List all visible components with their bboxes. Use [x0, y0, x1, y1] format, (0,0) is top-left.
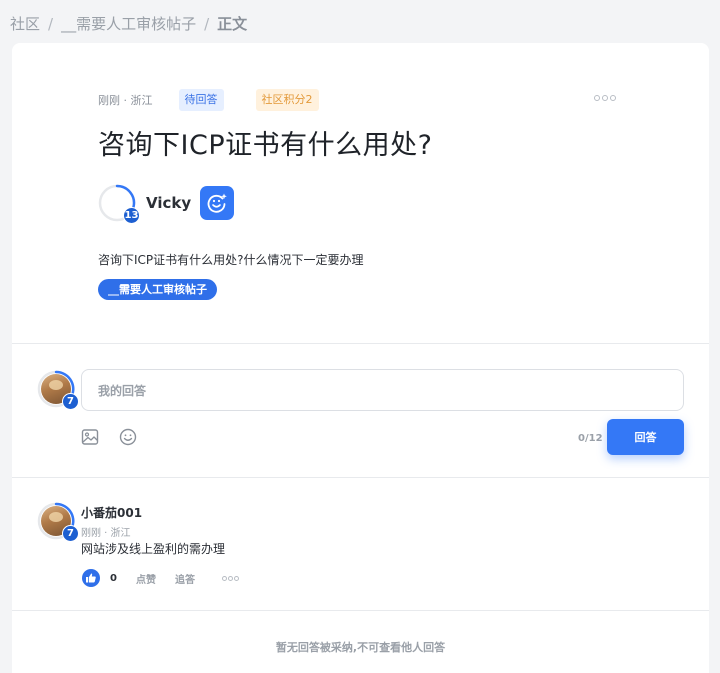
char-counter: 0/12: [578, 433, 603, 444]
divider: [12, 343, 709, 344]
reply-avatar[interactable]: 7: [37, 502, 79, 542]
more-options-icon[interactable]: [221, 575, 239, 581]
like-count: 0: [110, 572, 117, 584]
follow-up-button[interactable]: 追答: [175, 571, 195, 586]
answer-input[interactable]: 我的回答: [81, 369, 684, 411]
breadcrumb-separator: /: [204, 14, 210, 33]
author-name[interactable]: Vicky: [146, 194, 191, 212]
post-meta-row: 刚刚 · 浙江 待回答 社区积分2: [98, 89, 319, 111]
thumbs-up-icon[interactable]: [82, 569, 100, 587]
post-author: 13 Vicky: [98, 184, 234, 224]
level-badge: 7: [62, 393, 79, 410]
level-badge: 13: [123, 207, 140, 224]
breadcrumb: 社区 / __需要人工审核帖子 / 正文: [10, 13, 247, 34]
reply-author-name[interactable]: 小番茄001: [81, 504, 142, 521]
topic-tag[interactable]: __需要人工审核帖子: [98, 279, 217, 300]
emoji-sparkle-button[interactable]: [200, 186, 234, 220]
smile-icon: [207, 193, 227, 213]
emoji-icon[interactable]: [119, 428, 137, 450]
divider: [12, 610, 709, 611]
reply-text: 网站涉及线上盈利的需办理: [81, 542, 226, 556]
post-title: 咨询下ICP证书有什么用处?: [98, 130, 433, 161]
status-badge: 待回答: [178, 89, 224, 111]
author-avatar[interactable]: 13: [98, 184, 140, 224]
like-button[interactable]: 点赞: [136, 571, 156, 586]
my-avatar[interactable]: 7: [37, 370, 79, 410]
no-accepted-answer-note: 暂无回答被采纳,不可查看他人回答: [275, 641, 446, 654]
reply-actions: 0 点赞 追答: [82, 569, 239, 587]
more-options-icon[interactable]: [594, 95, 616, 101]
post-card: 刚刚 · 浙江 待回答 社区积分2 咨询下ICP证书有什么用处? 13 Vick…: [12, 43, 709, 673]
level-badge: 7: [62, 525, 79, 542]
post-time-location: 刚刚 · 浙江: [98, 94, 153, 107]
breadcrumb-root[interactable]: 社区: [10, 13, 40, 34]
post-body: 咨询下ICP证书有什么用处?什么情况下一定要办理: [98, 253, 364, 267]
breadcrumb-current: 正文: [217, 15, 248, 33]
breadcrumb-separator: /: [48, 14, 54, 33]
breadcrumb-topic[interactable]: __需要人工审核帖子: [61, 13, 196, 34]
image-upload-icon[interactable]: [81, 428, 99, 450]
divider: [12, 477, 709, 478]
points-badge: 社区积分2: [255, 89, 319, 111]
submit-answer-button[interactable]: 回答: [607, 419, 684, 455]
reply-time-location: 刚刚 · 浙江: [81, 528, 131, 539]
